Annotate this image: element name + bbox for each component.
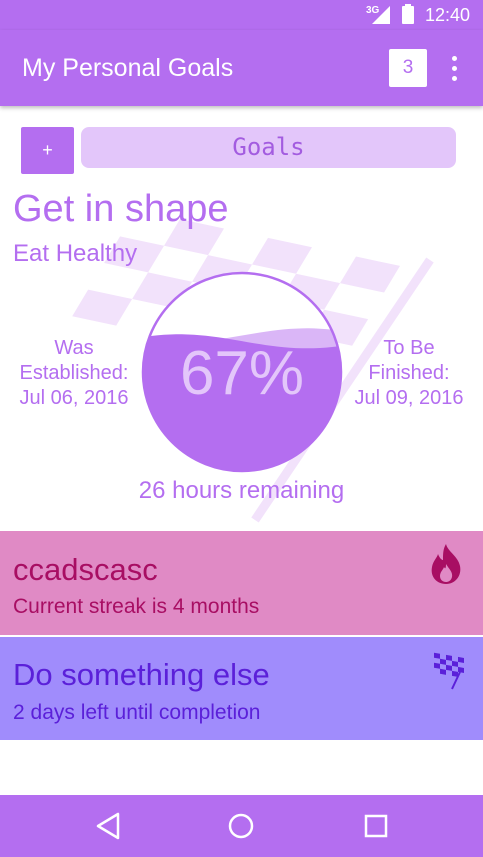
goal-card[interactable]: Do something else 2 days left until comp…	[0, 637, 483, 740]
goal-card-subtitle: Current streak is 4 months	[13, 595, 260, 618]
checkered-flag-icon	[434, 652, 464, 690]
navigation-bar	[0, 795, 483, 857]
goal-count-badge[interactable]: 3	[389, 49, 427, 87]
progress-percent: 67%	[180, 339, 304, 408]
finish-date: Jul 09, 2016	[354, 387, 464, 409]
more-vert-icon[interactable]	[444, 55, 464, 83]
goal-card-subtitle: 2 days left until completion	[13, 701, 261, 724]
add-goal-button[interactable]: +	[21, 127, 74, 174]
tab-goals[interactable]: Goals	[81, 127, 456, 168]
status-time: 12:40	[425, 5, 471, 25]
time-remaining: 26 hours remaining	[138, 477, 345, 504]
established-label-1: Was	[54, 337, 94, 359]
goal-subtitle: Eat Healthy	[13, 240, 138, 267]
app-bar: My Personal Goals 3	[0, 30, 483, 106]
established-date-block: Was Established: Jul 06, 2016	[10, 336, 138, 411]
flame-icon	[431, 544, 461, 584]
signal-icon	[372, 6, 390, 24]
goal-card[interactable]: ccadscasc Current streak is 4 months	[0, 531, 483, 635]
app-title: My Personal Goals	[22, 54, 234, 82]
goal-card-title: ccadscasc	[13, 552, 158, 587]
finish-label-2: Finished:	[368, 362, 450, 384]
established-date: Jul 06, 2016	[19, 387, 129, 409]
status-bar: 3G 12:40	[0, 0, 483, 30]
battery-icon	[402, 4, 414, 24]
home-circle-icon[interactable]	[223, 808, 259, 844]
progress-circle[interactable]: 67%	[140, 270, 344, 474]
goal-card-title: Do something else	[13, 657, 270, 692]
finish-label-1: To Be	[383, 337, 435, 359]
established-label-2: Established:	[19, 362, 129, 384]
finish-date-block: To Be Finished: Jul 09, 2016	[345, 336, 473, 411]
recents-square-icon[interactable]	[358, 808, 394, 844]
back-triangle-icon[interactable]	[92, 808, 128, 844]
goal-title[interactable]: Get in shape	[13, 188, 228, 231]
